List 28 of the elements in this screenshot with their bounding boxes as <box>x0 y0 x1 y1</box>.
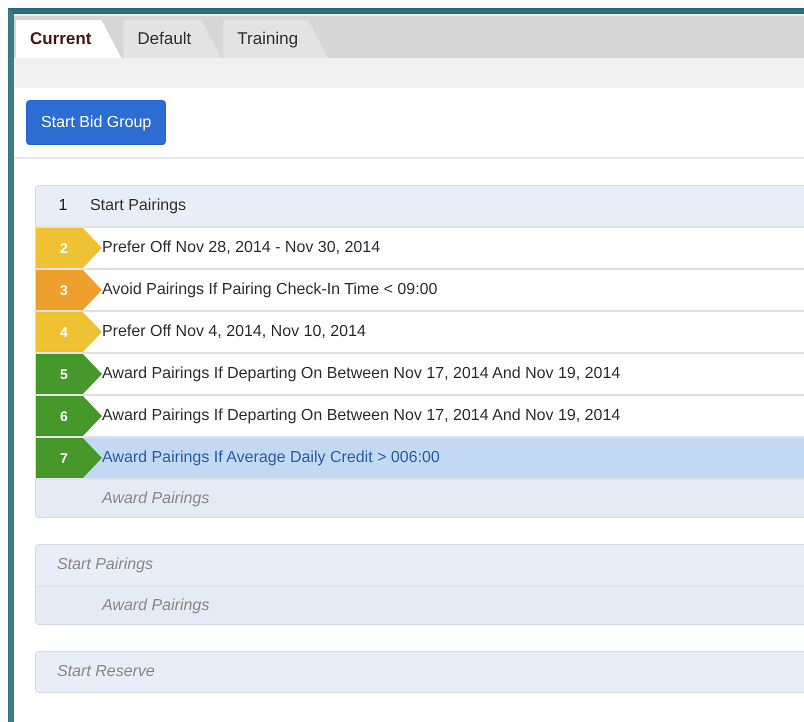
rule-row[interactable]: 2 Prefer Off Nov 28, 2014 - Nov 30, 2014 <box>36 226 804 268</box>
rule-number: 1 <box>58 196 68 216</box>
group-header-label: Start Reserve <box>56 662 155 682</box>
priority-badge: 5 <box>36 354 102 394</box>
rule-text: Award Pairings If Departing On Between Nov 17, 2014 And Nov 19, 2014 <box>102 406 620 426</box>
tab[interactable]: Default <box>123 20 222 58</box>
priority-badge: 7 <box>36 438 102 478</box>
tab[interactable]: Training <box>223 20 328 58</box>
rule-row[interactable]: 7 Award Pairings If Average Daily Credit > 006:00 <box>36 436 804 478</box>
priority-badge: 6 <box>36 396 102 436</box>
priority-badge: 2 <box>36 228 102 268</box>
tab[interactable]: Current <box>16 20 122 58</box>
rule-row[interactable]: 3 Avoid Pairings If Pairing Check-In Time < 09:00 <box>36 268 804 310</box>
priority-badge: 4 <box>36 312 102 352</box>
rule-row[interactable]: 5 Award Pairings If Departing On Between Nov 17, 2014 And Nov 19, 2014 <box>36 352 804 394</box>
rule-row[interactable]: 4 Prefer Off Nov 4, 2014, Nov 10, 2014 <box>36 310 804 352</box>
rule-text: Prefer Off Nov 28, 2014 - Nov 30, 2014 <box>102 238 380 258</box>
group-footer-label: Award Pairings <box>36 585 804 624</box>
rule-text: Avoid Pairings If Pairing Check-In Time < 09:00 <box>102 280 438 300</box>
rule-text: Prefer Off Nov 4, 2014, Nov 10, 2014 <box>102 322 366 342</box>
rule-text: Award Pairings If Departing On Between Nov 17, 2014 And Nov 19, 2014 <box>102 364 620 384</box>
group-footer-label: Award Pairings <box>36 478 804 517</box>
rule-text: Award Pairings If Average Daily Credit > 006:00 <box>102 448 440 468</box>
priority-badge: 3 <box>36 270 102 310</box>
group-header-label: Start Pairings <box>90 196 186 216</box>
rule-row[interactable]: 6 Award Pairings If Departing On Between Nov 17, 2014 And Nov 19, 2014 <box>36 394 804 436</box>
start-bid-group-button[interactable]: Start Bid Group <box>26 100 166 145</box>
group-header-label: Start Pairings <box>56 555 154 575</box>
